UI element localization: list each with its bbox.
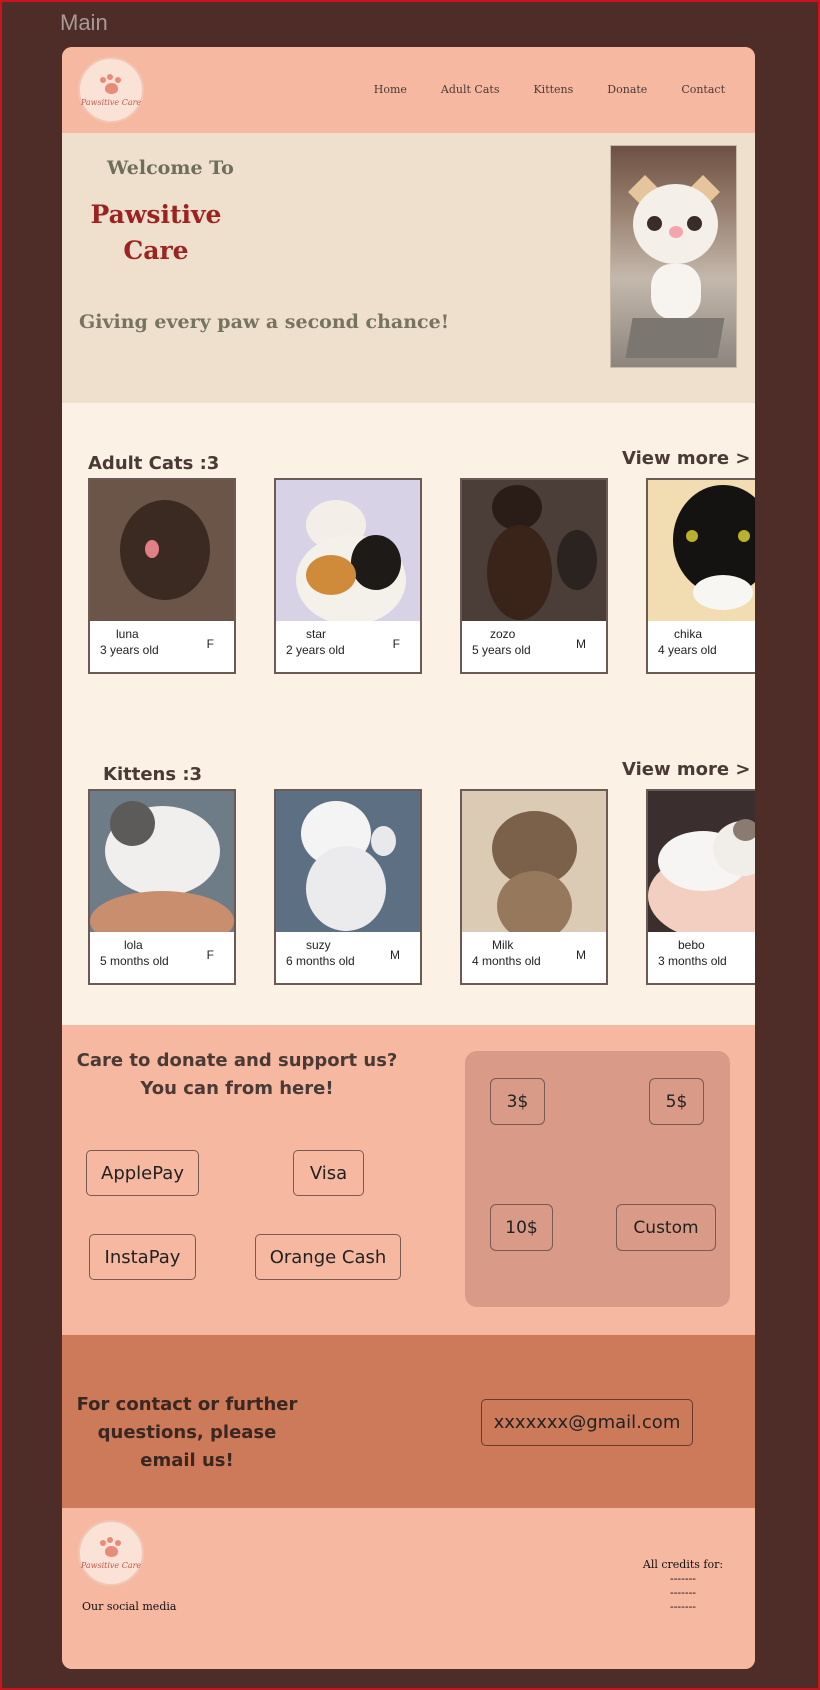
- social-media-label: Our social media: [82, 1600, 177, 1613]
- donate-section: Care to donate and support us? You can f…: [62, 1025, 755, 1335]
- footer-logo[interactable]: Pawsitive Care: [78, 1520, 144, 1586]
- cats-section: Adult Cats :3 View more > luna 3 years o…: [62, 403, 755, 1025]
- kitten-photo: [90, 791, 234, 932]
- logo[interactable]: Pawsitive Care: [78, 57, 144, 123]
- donate-line2: You can from here!: [140, 1078, 334, 1099]
- hero-brand-line2: Care: [123, 236, 189, 265]
- donate-line1: Care to donate and support us?: [76, 1050, 398, 1071]
- kitten-card[interactable]: bebo 3 months old: [646, 789, 755, 985]
- kitten-name: lola: [124, 938, 143, 952]
- kitten-photo: [462, 791, 606, 932]
- kitten-age: 4 months old: [472, 954, 541, 968]
- frame-label: Main: [60, 10, 108, 35]
- credits-title: All credits for:: [642, 1558, 724, 1571]
- hero-welcome: Welcome To: [107, 157, 234, 179]
- kitten-photo: [276, 791, 420, 932]
- cat-card[interactable]: zozo 5 years old M: [460, 478, 608, 674]
- cat-name: star: [306, 627, 327, 641]
- footer: Pawsitive Care Our social media All cred…: [62, 1508, 755, 1669]
- adult-cats-title: Adult Cats :3: [88, 453, 220, 474]
- credits-line: -------: [669, 1572, 697, 1585]
- kitten-photo: [648, 791, 755, 932]
- kitten-sex: F: [206, 948, 214, 962]
- visa-button[interactable]: Visa: [293, 1150, 364, 1196]
- cat-photo: [648, 480, 755, 621]
- cat-name: chika: [674, 627, 703, 641]
- cat-age: 2 years old: [286, 643, 345, 657]
- header: Pawsitive Care Home Adult Cats Kittens D…: [62, 47, 755, 133]
- cat-age: 3 years old: [100, 643, 159, 657]
- cat-name: zozo: [490, 627, 516, 641]
- kitten-age: 3 months old: [658, 954, 727, 968]
- kitten-age: 6 months old: [286, 954, 355, 968]
- nav-kittens[interactable]: Kittens: [533, 83, 573, 96]
- footer-logo-text: Pawsitive Care: [80, 1560, 142, 1570]
- amount-custom-button[interactable]: Custom: [616, 1204, 716, 1251]
- credits-line: -------: [669, 1600, 697, 1613]
- credits: All credits for: ------- ------- -------: [642, 1558, 724, 1614]
- cat-sex: F: [206, 637, 214, 651]
- kitten-sex: M: [576, 948, 586, 962]
- nav-contact[interactable]: Contact: [681, 83, 725, 96]
- contact-section: For contact or further questions, please…: [62, 1335, 755, 1508]
- contact-line1: For contact or further: [76, 1394, 298, 1415]
- adult-cats-view-more[interactable]: View more >: [622, 448, 750, 469]
- kittens-title: Kittens :3: [103, 764, 203, 785]
- amount-10-button[interactable]: 10$: [490, 1204, 553, 1251]
- contact-heading: For contact or further questions, please…: [72, 1391, 302, 1475]
- cat-photo: [462, 480, 606, 621]
- kitten-name: suzy: [306, 938, 331, 952]
- kitten-name: Milk: [492, 938, 514, 952]
- amount-3-button[interactable]: 3$: [490, 1078, 545, 1125]
- hero-section: Welcome To Pawsitive Care Giving every p…: [62, 133, 755, 403]
- kitten-card[interactable]: suzy 6 months old M: [274, 789, 422, 985]
- kitten-age: 5 months old: [100, 954, 169, 968]
- amount-5-button[interactable]: 5$: [649, 1078, 704, 1125]
- kitten-name: bebo: [678, 938, 705, 952]
- instapay-button[interactable]: InstaPay: [89, 1234, 196, 1280]
- cat-sex: F: [392, 637, 400, 651]
- cat-sex: M: [576, 637, 586, 651]
- cat-age: 4 years old: [658, 643, 717, 657]
- donate-heading: Care to donate and support us? You can f…: [72, 1047, 402, 1103]
- donation-amount-panel: 3$ 5$ 10$ Custom: [465, 1051, 730, 1307]
- email-link[interactable]: xxxxxxx@gmail.com: [481, 1399, 693, 1446]
- cat-age: 5 years old: [472, 643, 531, 657]
- kitten-sex: M: [390, 948, 400, 962]
- paw-icon: [98, 1536, 124, 1559]
- kitten-card[interactable]: lola 5 months old F: [88, 789, 236, 985]
- nav-donate[interactable]: Donate: [607, 83, 647, 96]
- cat-card[interactable]: star 2 years old F: [274, 478, 422, 674]
- orange-cash-button[interactable]: Orange Cash: [255, 1234, 401, 1280]
- paw-icon: [98, 73, 124, 96]
- logo-text: Pawsitive Care: [80, 97, 142, 107]
- kittens-view-more[interactable]: View more >: [622, 759, 750, 780]
- main-nav: Home Adult Cats Kittens Donate Contact: [374, 83, 725, 96]
- cat-card[interactable]: luna 3 years old F: [88, 478, 236, 674]
- cat-card[interactable]: chika 4 years old: [646, 478, 755, 674]
- credits-line: -------: [669, 1586, 697, 1599]
- nav-home[interactable]: Home: [374, 83, 407, 96]
- nav-adult-cats[interactable]: Adult Cats: [441, 83, 500, 96]
- cat-photo: [90, 480, 234, 621]
- page: Pawsitive Care Home Adult Cats Kittens D…: [62, 47, 755, 1669]
- hero-cat-photo: [610, 145, 737, 368]
- cat-name: luna: [116, 627, 139, 641]
- contact-line2: questions, please email us!: [97, 1422, 277, 1471]
- kitten-card[interactable]: Milk 4 months old M: [460, 789, 608, 985]
- applepay-button[interactable]: ApplePay: [86, 1150, 199, 1196]
- hero-brand: Pawsitive Care: [86, 197, 226, 269]
- hero-tagline: Giving every paw a second chance!: [79, 311, 450, 333]
- hero-brand-line1: Pawsitive: [90, 200, 222, 229]
- cat-photo: [276, 480, 420, 621]
